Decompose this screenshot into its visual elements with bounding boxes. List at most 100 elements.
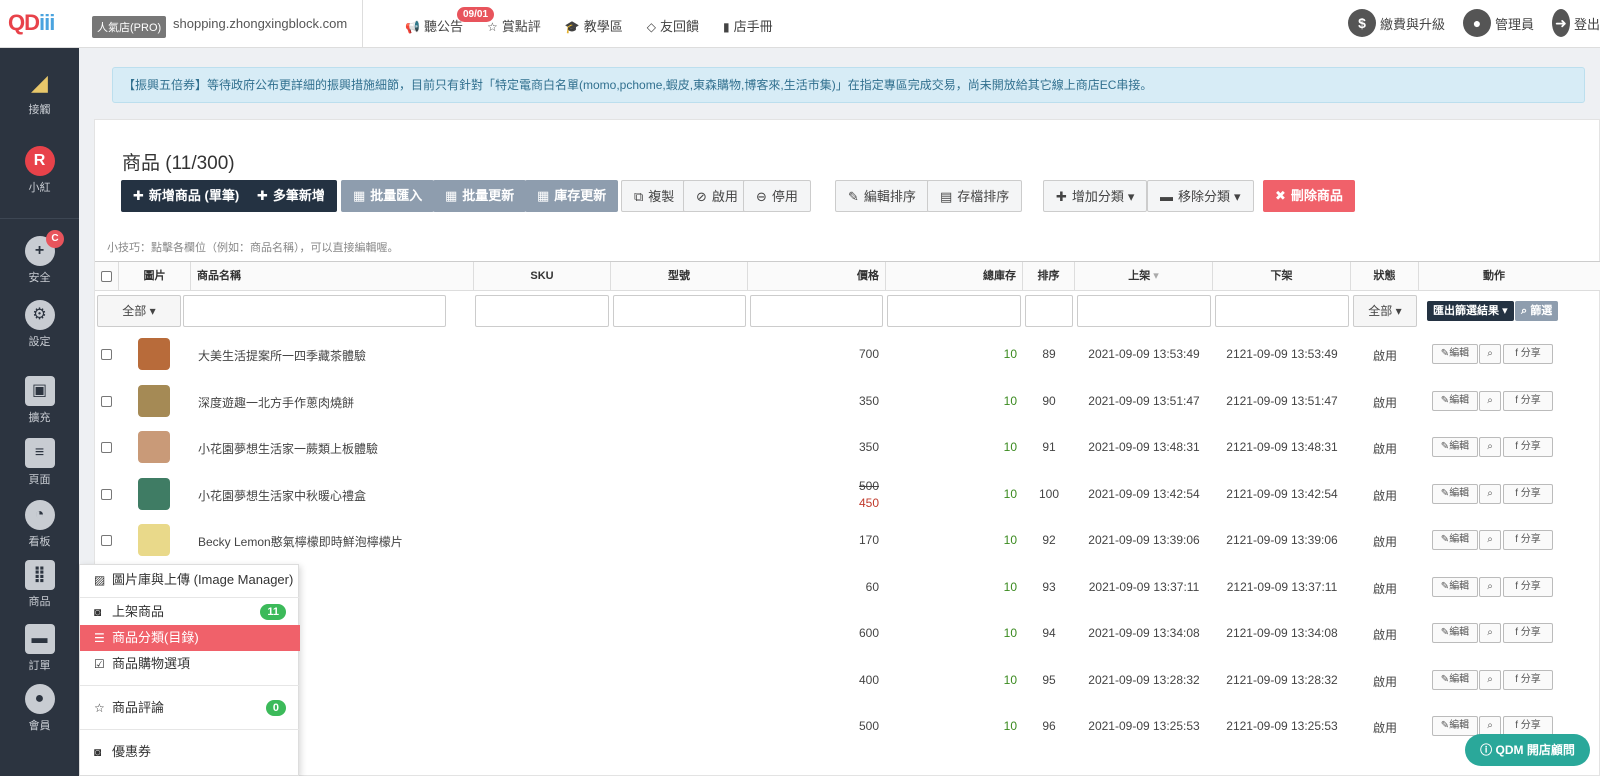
- product-order[interactable]: 93: [1029, 580, 1069, 594]
- sidebar-item-extensions[interactable]: ▣ 擴充: [0, 376, 79, 425]
- off-shelf-time[interactable]: 2121-09-09 13:48:31: [1218, 440, 1346, 454]
- product-name[interactable]: Becky Lemon憨氣檸檬即時鮮泡檸檬片: [198, 533, 403, 550]
- product-price[interactable]: 400: [815, 673, 879, 687]
- off-shelf-time[interactable]: 2121-09-09 13:51:47: [1218, 394, 1346, 408]
- share-button[interactable]: f 分享: [1503, 716, 1553, 736]
- product-name[interactable]: 深度遊趣一北方手作蔥肉燒餅: [198, 394, 354, 411]
- sidebar-item-security[interactable]: + C 安全: [0, 230, 79, 285]
- nav-handbook[interactable]: ▮ 店手冊: [723, 16, 773, 35]
- sidebar-item-members[interactable]: ● 會員: [0, 684, 79, 733]
- product-stock[interactable]: 10: [975, 626, 1017, 640]
- col-model[interactable]: 型號: [611, 262, 748, 291]
- col-order[interactable]: 排序: [1023, 262, 1075, 291]
- product-order[interactable]: 89: [1029, 347, 1069, 361]
- sidebar-item-dashboard[interactable]: ◔ 看板: [0, 500, 79, 549]
- off-shelf-time[interactable]: 2121-09-09 13:42:54: [1218, 487, 1346, 501]
- menu-shopping-options[interactable]: ☑ 商品購物選項: [80, 651, 300, 677]
- product-order[interactable]: 91: [1029, 440, 1069, 454]
- on-shelf-time[interactable]: 2021-09-09 13:28:32: [1080, 673, 1208, 687]
- product-price[interactable]: 700: [815, 347, 879, 361]
- on-shelf-filter-input[interactable]: [1077, 295, 1211, 327]
- save-order-button[interactable]: ▤ 存檔排序: [927, 180, 1023, 212]
- order-filter-input[interactable]: [1025, 295, 1073, 327]
- sidebar-item-xiaohong[interactable]: R 小紅: [0, 146, 79, 195]
- sidebar-item-contact[interactable]: ◢ 接觸: [0, 68, 79, 117]
- status-filter-select[interactable]: 全部 ▾: [1353, 295, 1417, 327]
- product-status[interactable]: 啟用: [1357, 580, 1413, 597]
- sale-price[interactable]: 450: [835, 496, 879, 510]
- row-checkbox[interactable]: [101, 349, 112, 360]
- row-checkbox[interactable]: [101, 535, 112, 546]
- off-shelf-time[interactable]: 2121-09-09 13:28:32: [1218, 673, 1346, 687]
- product-thumbnail[interactable]: [138, 431, 170, 463]
- preview-button[interactable]: ⌕: [1479, 669, 1501, 690]
- product-price[interactable]: 350: [815, 440, 879, 454]
- product-status[interactable]: 啟用: [1357, 440, 1413, 457]
- product-stock[interactable]: 10: [975, 440, 1017, 454]
- col-price[interactable]: 價格: [748, 262, 886, 291]
- share-button[interactable]: f 分享: [1503, 669, 1553, 690]
- share-button[interactable]: f 分享: [1503, 437, 1553, 457]
- share-button[interactable]: f 分享: [1503, 344, 1553, 364]
- filter-button[interactable]: ⌕ 篩選: [1515, 301, 1559, 321]
- sidebar-item-orders[interactable]: ▬ 訂單: [0, 624, 79, 673]
- product-status[interactable]: 啟用: [1357, 719, 1413, 736]
- col-status[interactable]: 狀態: [1351, 262, 1419, 291]
- row-checkbox[interactable]: [101, 488, 112, 500]
- on-shelf-time[interactable]: 2021-09-09 13:34:08: [1080, 626, 1208, 640]
- price-filter-input[interactable]: [750, 295, 883, 327]
- sidebar-item-settings[interactable]: ⚙ 設定: [0, 300, 79, 349]
- product-price[interactable]: 350: [815, 394, 879, 408]
- select-all-checkbox[interactable]: [101, 271, 112, 282]
- row-checkbox[interactable]: [101, 442, 112, 453]
- edit-order-button[interactable]: ✎ 編輯排序: [835, 180, 929, 212]
- off-shelf-time[interactable]: 2121-09-09 13:34:08: [1218, 626, 1346, 640]
- share-button[interactable]: f 分享: [1503, 623, 1553, 643]
- share-button[interactable]: f 分享: [1503, 576, 1553, 597]
- product-stock[interactable]: 10: [975, 394, 1017, 408]
- product-name[interactable]: 大美生活提案所一四季藏茶體驗: [198, 347, 366, 364]
- product-status[interactable]: 啟用: [1357, 347, 1413, 364]
- product-order[interactable]: 90: [1029, 394, 1069, 408]
- product-stock[interactable]: 10: [975, 580, 1017, 594]
- billing-upgrade-link[interactable]: $ 繳費與升級: [1347, 9, 1445, 37]
- delete-products-button[interactable]: ✖ 刪除商品: [1263, 180, 1355, 212]
- logout-link[interactable]: ➜ 登出: [1552, 9, 1600, 37]
- product-order[interactable]: 96: [1029, 719, 1069, 733]
- sidebar-item-pages[interactable]: ≡ 頁面: [0, 438, 79, 487]
- on-shelf-time[interactable]: 2021-09-09 13:25:53: [1080, 719, 1208, 733]
- bulk-import-button[interactable]: ▦ 批量匯入: [341, 180, 435, 212]
- on-shelf-time[interactable]: 2021-09-09 13:39:06: [1080, 533, 1208, 547]
- image-filter-select[interactable]: 全部 ▾: [97, 295, 181, 327]
- add-single-product-button[interactable]: ✚ 新增商品 (單筆): [121, 180, 252, 212]
- bulk-update-button[interactable]: ▦ 批量更新: [433, 180, 527, 212]
- stock-update-button[interactable]: ▦ 庫存更新: [525, 180, 619, 212]
- product-price[interactable]: 600: [815, 626, 879, 640]
- product-price[interactable]: 500: [815, 719, 879, 733]
- logo[interactable]: QDiii: [8, 10, 55, 36]
- preview-button[interactable]: ⌕: [1479, 483, 1501, 504]
- product-stock[interactable]: 10: [975, 719, 1017, 733]
- original-price[interactable]: 500: [835, 479, 879, 493]
- product-thumbnail[interactable]: [138, 524, 170, 556]
- edit-button[interactable]: ✎編輯: [1432, 390, 1478, 411]
- product-name[interactable]: 小花園夢想生活家一蕨類上板體驗: [198, 440, 378, 457]
- off-shelf-time[interactable]: 2121-09-09 13:53:49: [1218, 347, 1346, 361]
- copy-button[interactable]: ⧉ 複製: [621, 180, 688, 212]
- menu-listed-products[interactable]: ◙ 上架商品 11: [80, 599, 300, 625]
- product-status[interactable]: 啟用: [1357, 394, 1413, 411]
- preview-button[interactable]: ⌕: [1479, 344, 1501, 364]
- product-stock[interactable]: 10: [975, 533, 1017, 547]
- edit-button[interactable]: ✎編輯: [1432, 576, 1478, 597]
- col-image[interactable]: 圖片: [119, 262, 191, 291]
- product-order[interactable]: 94: [1029, 626, 1069, 640]
- on-shelf-time[interactable]: 2021-09-09 13:53:49: [1080, 347, 1208, 361]
- edit-button[interactable]: ✎編輯: [1432, 437, 1478, 457]
- disable-button[interactable]: ⊖ 停用: [743, 180, 811, 212]
- qdm-consultant-button[interactable]: ⓘ QDM 開店顧問: [1465, 734, 1590, 766]
- col-off-shelf[interactable]: 下架: [1213, 262, 1351, 291]
- nav-reviews[interactable]: ☆ 賞點評: [487, 16, 541, 35]
- edit-button[interactable]: ✎編輯: [1432, 669, 1478, 690]
- product-order[interactable]: 95: [1029, 673, 1069, 687]
- product-thumbnail[interactable]: [138, 384, 170, 417]
